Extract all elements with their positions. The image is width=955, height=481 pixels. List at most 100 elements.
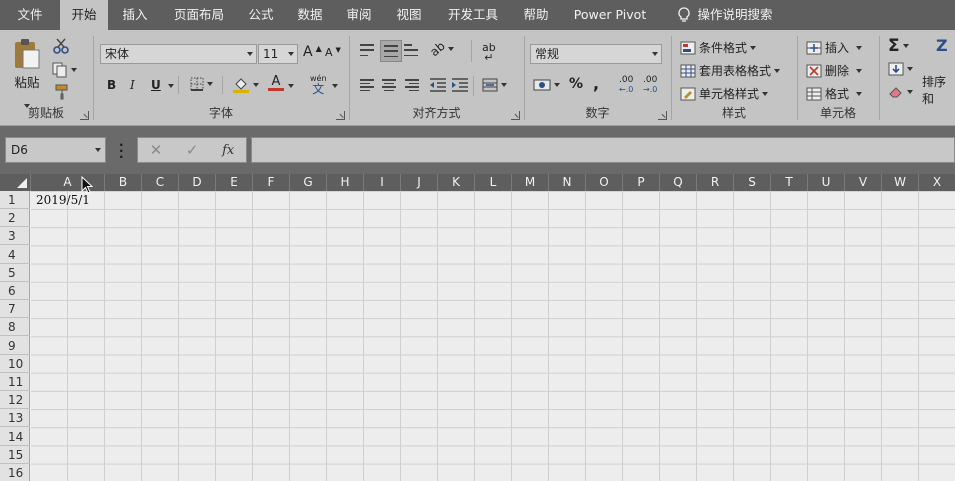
column-header-k[interactable]: K xyxy=(437,174,474,191)
row-header-13[interactable]: 13 xyxy=(0,409,30,428)
tab-formulas[interactable]: 公式 xyxy=(236,0,286,30)
alignment-launcher-icon[interactable] xyxy=(511,111,520,120)
autosum-button[interactable]: Σ xyxy=(888,36,909,56)
align-right-button[interactable] xyxy=(405,79,419,91)
column-header-s[interactable]: S xyxy=(733,174,770,191)
font-size-dropdown-icon[interactable] xyxy=(285,45,297,63)
insert-function-icon[interactable]: fx xyxy=(222,143,234,158)
phonetic-button[interactable]: wén 文 xyxy=(310,74,327,96)
tab-data[interactable]: 数据 xyxy=(286,0,334,30)
number-format-combo[interactable]: 常规 xyxy=(530,44,662,64)
tab-file[interactable]: 文件 xyxy=(0,0,60,30)
sort-filter-icon[interactable]: Z xyxy=(936,36,948,55)
column-header-o[interactable]: O xyxy=(585,174,622,191)
italic-button[interactable]: I xyxy=(130,78,135,92)
delete-cells-button[interactable]: 删除 xyxy=(806,62,863,79)
decrease-decimal-button[interactable]: .00 →.0 xyxy=(643,76,657,95)
column-header-h[interactable]: H xyxy=(326,174,363,191)
percent-style-button[interactable]: % xyxy=(569,76,583,92)
row-header-12[interactable]: 12 xyxy=(0,391,30,410)
column-header-e[interactable]: E xyxy=(215,174,252,191)
row-header-3[interactable]: 3 xyxy=(0,227,30,246)
row-header-1[interactable]: 1 xyxy=(0,191,30,209)
row-header-10[interactable]: 10 xyxy=(0,355,30,373)
column-header-x[interactable]: X xyxy=(918,174,955,191)
tab-power-pivot[interactable]: Power Pivot xyxy=(560,0,660,30)
conditional-formatting-button[interactable]: 条件格式 xyxy=(680,39,757,56)
copy-dropdown-caret[interactable] xyxy=(71,68,77,72)
clipboard-launcher-icon[interactable] xyxy=(80,111,89,120)
column-header-l[interactable]: L xyxy=(474,174,511,191)
column-header-u[interactable]: U xyxy=(807,174,844,191)
align-bottom-button[interactable] xyxy=(404,44,418,56)
column-header-v[interactable]: V xyxy=(844,174,881,191)
tab-insert[interactable]: 插入 xyxy=(108,0,162,30)
font-name-combo[interactable]: 宋体 xyxy=(100,44,257,64)
borders-dropdown-caret[interactable] xyxy=(207,82,213,86)
row-header-2[interactable]: 2 xyxy=(0,209,30,228)
merge-dropdown-caret[interactable] xyxy=(501,83,507,87)
tell-me-search[interactable]: 操作说明搜索 xyxy=(660,0,790,30)
format-cells-button[interactable]: 格式 xyxy=(806,85,863,102)
formula-input[interactable] xyxy=(251,137,955,163)
tab-help[interactable]: 帮助 xyxy=(512,0,560,30)
align-left-button[interactable] xyxy=(360,79,374,91)
tab-view[interactable]: 视图 xyxy=(384,0,434,30)
tab-review[interactable]: 审阅 xyxy=(334,0,384,30)
row-header-5[interactable]: 5 xyxy=(0,264,30,282)
row-header-4[interactable]: 4 xyxy=(0,246,30,264)
tab-home[interactable]: 开始 xyxy=(60,0,108,30)
format-as-table-button[interactable]: 套用表格格式 xyxy=(680,62,781,79)
copy-button[interactable] xyxy=(52,62,77,78)
column-header-q[interactable]: Q xyxy=(659,174,696,191)
decrease-indent-button[interactable] xyxy=(429,78,447,92)
phonetic-dropdown-caret[interactable] xyxy=(332,84,338,88)
cell-styles-button[interactable]: 单元格样式 xyxy=(680,85,769,102)
column-header-f[interactable]: F xyxy=(252,174,289,191)
number-launcher-icon[interactable] xyxy=(658,111,667,120)
cell-grid[interactable] xyxy=(31,191,955,481)
fill-button[interactable] xyxy=(888,62,913,76)
column-header-r[interactable]: R xyxy=(696,174,733,191)
format-painter-icon[interactable] xyxy=(54,84,70,100)
clear-button[interactable] xyxy=(888,85,913,99)
row-header-11[interactable]: 11 xyxy=(0,373,30,391)
tab-developer[interactable]: 开发工具 xyxy=(434,0,512,30)
column-header-m[interactable]: M xyxy=(511,174,548,191)
font-size-combo[interactable]: 11 xyxy=(258,44,298,64)
accounting-dropdown-caret[interactable] xyxy=(554,83,560,87)
grow-font-button[interactable]: A ▲ xyxy=(303,44,322,61)
underline-button[interactable]: U xyxy=(151,78,161,92)
column-header-t[interactable]: T xyxy=(770,174,807,191)
fill-color-button[interactable] xyxy=(232,76,259,94)
merge-center-button[interactable] xyxy=(482,78,507,92)
cancel-icon[interactable]: ✕ xyxy=(150,141,163,159)
row-header-16[interactable]: 16 xyxy=(0,464,30,481)
wrap-text-button[interactable]: ab ↵ xyxy=(482,41,496,63)
tab-page-layout[interactable]: 页面布局 xyxy=(162,0,236,30)
font-launcher-icon[interactable] xyxy=(336,111,345,120)
font-name-dropdown-icon[interactable] xyxy=(244,45,256,63)
column-header-p[interactable]: P xyxy=(622,174,659,191)
insert-cells-button[interactable]: 插入 xyxy=(806,39,863,56)
comma-style-button[interactable]: , xyxy=(593,74,599,93)
borders-button[interactable] xyxy=(190,77,213,91)
enter-icon[interactable]: ✓ xyxy=(186,141,199,159)
increase-indent-button[interactable] xyxy=(451,78,469,92)
align-top-button[interactable] xyxy=(360,44,374,56)
row-header-14[interactable]: 14 xyxy=(0,428,30,446)
accounting-format-button[interactable] xyxy=(533,78,560,92)
column-header-j[interactable]: J xyxy=(400,174,437,191)
column-header-d[interactable]: D xyxy=(178,174,215,191)
orientation-button[interactable]: ab xyxy=(427,39,454,59)
column-header-b[interactable]: B xyxy=(104,174,141,191)
bold-button[interactable]: B xyxy=(107,78,116,92)
column-header-g[interactable]: G xyxy=(289,174,326,191)
align-middle-button[interactable] xyxy=(380,40,402,62)
font-color-button[interactable]: A xyxy=(268,75,284,91)
underline-dropdown-caret[interactable] xyxy=(168,84,174,88)
cut-icon[interactable] xyxy=(52,38,70,54)
row-header-6[interactable]: 6 xyxy=(0,282,30,300)
row-header-7[interactable]: 7 xyxy=(0,300,30,319)
column-header-n[interactable]: N xyxy=(548,174,585,191)
